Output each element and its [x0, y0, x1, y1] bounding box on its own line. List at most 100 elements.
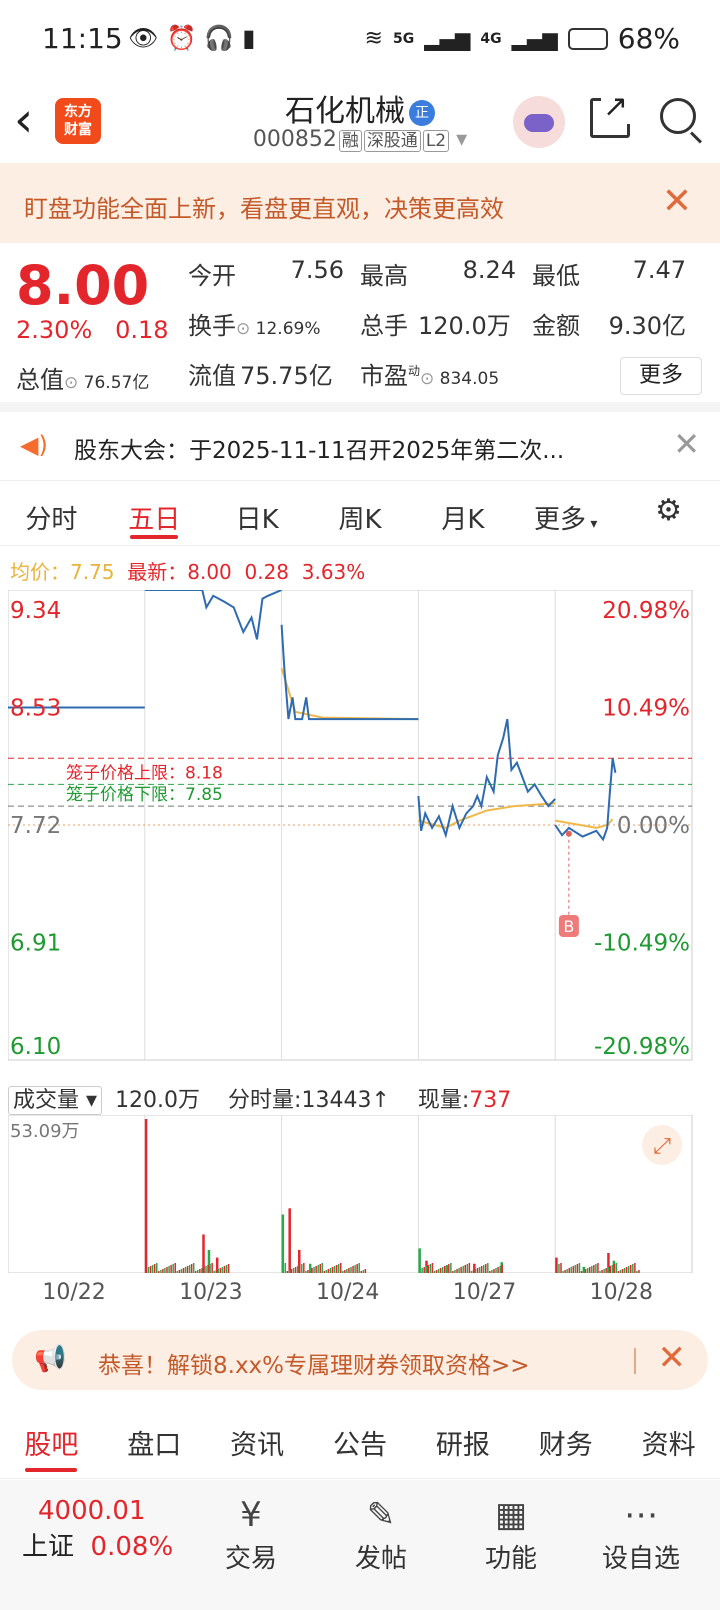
- date-label: 10/27: [452, 1280, 517, 1305]
- date-label: 10/28: [589, 1280, 653, 1305]
- change-pct: 2.30%: [16, 316, 93, 344]
- close-icon[interactable]: ✕: [662, 181, 692, 222]
- volume-bar: [613, 1264, 616, 1273]
- megaphone-icon: 📢: [34, 1344, 67, 1374]
- volume-bar: [448, 1264, 450, 1273]
- pe: 市盈动⊙ 834.05: [360, 356, 499, 391]
- date-label: 10/24: [316, 1280, 380, 1305]
- tab-intraday[interactable]: 分时: [0, 481, 103, 545]
- volume-bar: [493, 1269, 495, 1273]
- feature-banner[interactable]: 盯盘功能全面上新，看盘更直观，决策更高效 ✕: [0, 163, 720, 243]
- volume-bar: [168, 1266, 170, 1273]
- tick-value: 13443: [301, 1088, 372, 1113]
- volume-bar: [364, 1269, 367, 1273]
- close-icon[interactable]: ✕: [673, 425, 700, 463]
- volume-bar: [570, 1267, 573, 1273]
- volume-bar: [584, 1269, 587, 1273]
- volume-bar: [487, 1263, 489, 1273]
- volume-bar: [418, 1248, 421, 1273]
- assistant-icon[interactable]: [513, 96, 565, 148]
- tab-more[interactable]: 更多 ▾: [514, 481, 617, 545]
- volume-dropdown[interactable]: 成交量 ▾: [8, 1086, 103, 1115]
- stock-header: ‹ 东方 财富 石化机械正 000852 融深股通 L2 ▾: [0, 84, 720, 164]
- tab-news[interactable]: 资讯: [206, 1405, 309, 1478]
- latest-value: 8.00: [187, 560, 232, 584]
- volume-bar: [425, 1266, 428, 1273]
- settings-icon[interactable]: ⚙: [617, 481, 720, 545]
- volume-bar: [288, 1208, 291, 1273]
- price-line: [417, 718, 556, 839]
- info-icon: ⊙: [64, 373, 84, 393]
- post-button[interactable]: ✎ 发帖: [326, 1492, 436, 1575]
- functions-button[interactable]: ▦ 功能: [456, 1492, 566, 1575]
- banner-text: 盯盘功能全面上新，看盘更直观，决策更高效: [24, 195, 504, 223]
- y-axis-label: 6.91: [10, 931, 61, 957]
- notice-text: 股东大会：于2025-11-11召开2025年第二次...: [74, 438, 565, 464]
- promo-banner[interactable]: 📢 恭喜！解锁8.xx%专属理财券领取资格>> ✕: [12, 1330, 708, 1390]
- volume-bar: [634, 1263, 636, 1273]
- volume-bar: [147, 1267, 150, 1273]
- volume-bar: [497, 1267, 499, 1273]
- close-icon[interactable]: ✕: [658, 1338, 687, 1378]
- status-bar: 11:15 👁 ⏰ 🎧 ▮ ≋ 5G ▂▄▆ 4G ▂▄▆ 68%: [0, 0, 720, 84]
- y-axis-pct-label: -20.98%: [594, 1034, 690, 1060]
- volume-bar: [209, 1264, 211, 1273]
- volume-bar: [356, 1264, 358, 1273]
- tick-label: 分时量:: [228, 1088, 302, 1113]
- volume-bar: [588, 1267, 591, 1273]
- volume-bar: [160, 1270, 162, 1273]
- tab-research[interactable]: 研报: [411, 1405, 514, 1478]
- index-widget[interactable]: 4000.01 上证 0.08%: [22, 1496, 173, 1563]
- post-label: 发帖: [354, 1544, 407, 1574]
- share-icon[interactable]: [590, 89, 631, 138]
- volume-bar: [456, 1269, 458, 1273]
- price-chart[interactable]: 笼子价格上限：8.18笼子价格下限：7.85 9.34 8.53 7.72 6.91 6.…: [8, 590, 712, 1075]
- search-icon[interactable]: [660, 98, 696, 134]
- grid-icon: ▦: [494, 1495, 528, 1535]
- volume-bar: [342, 1271, 344, 1273]
- pe-sup: 动: [408, 364, 421, 378]
- tab-weekly-k[interactable]: 周K: [309, 481, 412, 545]
- tab-daily-k[interactable]: 日K: [206, 481, 309, 545]
- volume-bar: [623, 1268, 626, 1273]
- volume-bar: [480, 1266, 483, 1273]
- volume-bar: [329, 1268, 332, 1273]
- volume-bar: [564, 1270, 566, 1273]
- tab-profile[interactable]: 资料: [617, 1405, 720, 1478]
- tab-announcements[interactable]: 公告: [309, 1405, 412, 1478]
- volume-bar: [597, 1263, 599, 1273]
- buy-point: [565, 830, 572, 837]
- tab-guba[interactable]: 股吧: [0, 1405, 103, 1478]
- volume-bar: [292, 1268, 295, 1273]
- more-button[interactable]: 更多: [620, 357, 702, 395]
- y-axis-label: 6.10: [10, 1034, 61, 1060]
- volume-bar: [192, 1263, 195, 1273]
- volume-bar: [319, 1264, 321, 1273]
- volume-bar: [454, 1270, 456, 1273]
- high-label: 最高: [360, 262, 408, 290]
- shareholder-notice[interactable]: ◀) 股东大会：于2025-11-11召开2025年第二次... ✕: [0, 415, 720, 477]
- volume-bar: [595, 1264, 597, 1273]
- volume-chart[interactable]: 53.09万 ⤢: [8, 1115, 712, 1273]
- volume-bar: [495, 1268, 497, 1273]
- trade-button[interactable]: ¥ 交易: [196, 1492, 306, 1575]
- volume-bar: [335, 1265, 338, 1273]
- tab-monthly-k[interactable]: 月K: [411, 481, 514, 545]
- bottom-toolbar: 4000.01 上证 0.08% ¥ 交易 ✎ 发帖 ▦ 功能 ⋯ 设自选: [0, 1480, 720, 1610]
- add-watchlist-button[interactable]: ⋯ 设自选: [586, 1492, 696, 1575]
- index-name: 上证: [22, 1532, 75, 1562]
- volume-bar: [433, 1271, 436, 1273]
- volume-bar: [580, 1271, 583, 1273]
- change-amt: 0.18: [115, 316, 169, 344]
- alarm-icon: ⏰: [166, 24, 197, 52]
- latest-chg: 0.28: [244, 560, 290, 584]
- tab-pankou[interactable]: 盘口: [103, 1405, 206, 1478]
- volume-bar: [617, 1271, 620, 1273]
- volume-bar: [190, 1264, 193, 1273]
- status-right: ≋ 5G ▂▄▆ 4G ▂▄▆ 68%: [365, 22, 680, 55]
- volume-bar: [156, 1263, 158, 1273]
- battery-level: 68%: [617, 22, 680, 55]
- tab-finance[interactable]: 财务: [514, 1405, 617, 1478]
- tab-five-day[interactable]: 五日: [103, 481, 206, 545]
- upper-limit-label: 笼子价格上限：8.18: [66, 763, 223, 783]
